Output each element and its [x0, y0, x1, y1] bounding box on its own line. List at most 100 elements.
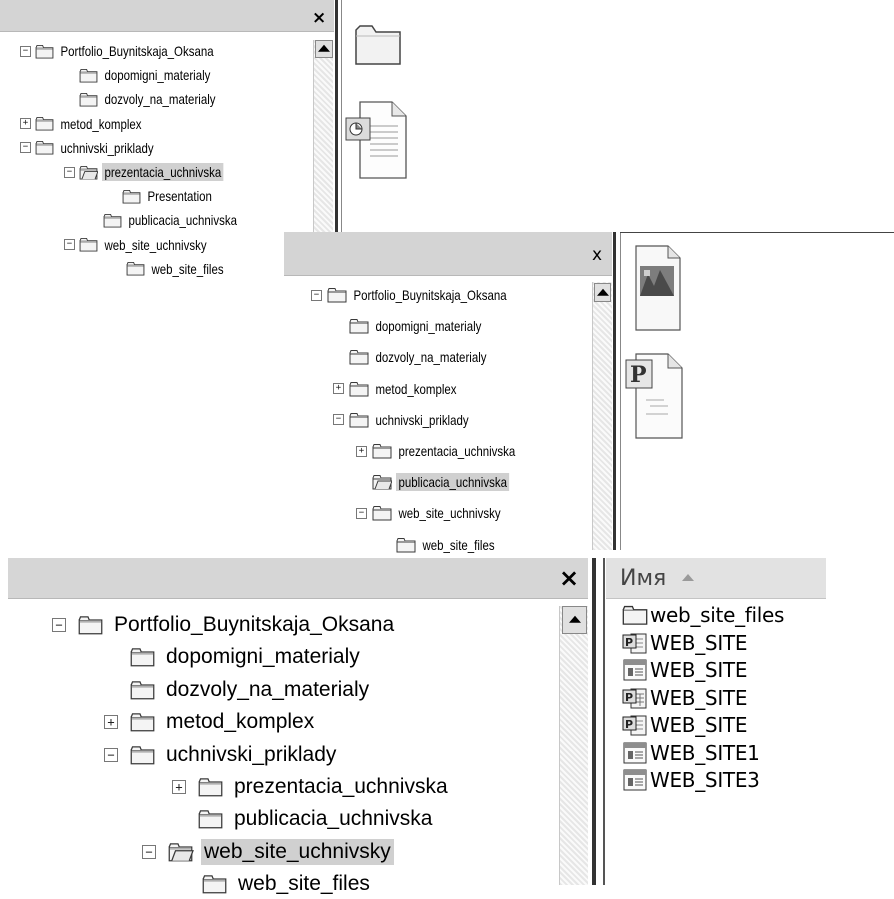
tree-node[interactable]: − uchnivski_priklady [333, 408, 493, 432]
folder-icon [349, 381, 369, 397]
file-name: WEB_SITE [650, 713, 748, 737]
tree-node-label: metod_komplex [375, 380, 457, 397]
tree-node[interactable]: + metod_komplex [104, 707, 317, 737]
tree-node[interactable]: dozvoly_na_materialy [104, 675, 372, 705]
folder-icon [349, 349, 369, 365]
publisher-file-icon: P [624, 340, 686, 445]
tree-node-label: publicacia_uchnivska [396, 473, 510, 492]
pane-divider [613, 232, 616, 550]
tree-node-label: prezentacia_uchnivska [234, 775, 448, 798]
tree-node-label: dopomigni_materialy [166, 645, 360, 669]
file-item[interactable] [630, 244, 894, 334]
collapse-icon[interactable]: − [356, 507, 367, 519]
tree-node-label: dozvoly_na_materialy [166, 677, 370, 701]
folder-icon [622, 604, 648, 626]
folder-icon [197, 777, 224, 797]
tree-node[interactable]: − uchnivski_priklady [104, 740, 339, 770]
tree-node[interactable]: − web_site_uchnivsky [142, 837, 394, 867]
file-name: WEB_SITE [650, 630, 748, 655]
file-list-item[interactable]: WEB_SITE1 [622, 740, 760, 766]
folder-icon [349, 318, 369, 334]
expand-icon[interactable]: + [104, 715, 118, 730]
panel-top-border [620, 232, 894, 233]
tree-node[interactable]: web_site_files [176, 869, 373, 899]
folder-icon [372, 505, 392, 521]
pane-divider-inner [603, 558, 605, 885]
tree-node[interactable]: + prezentacia_uchnivska [172, 772, 451, 802]
svg-text:P: P [625, 691, 633, 704]
tree-node[interactable]: − Portfolio_Buynitskaja_Oksana [311, 283, 544, 307]
folder-pane-scrollbar[interactable] [592, 282, 612, 550]
folder-icon [77, 615, 104, 635]
tree-node-label: dozvoly_na_materialy [375, 349, 487, 366]
collapse-icon[interactable]: − [142, 844, 156, 859]
scroll-up-button[interactable] [594, 283, 611, 302]
pane-divider-inner [620, 232, 621, 550]
expand-icon[interactable]: + [172, 780, 186, 794]
file-name: WEB_SITE1 [650, 740, 760, 765]
html-file-icon [622, 768, 648, 792]
sort-ascending-icon [682, 574, 694, 581]
tree-node-label: uchnivski_priklady [375, 411, 469, 428]
tree-node[interactable]: + prezentacia_uchnivska [356, 439, 544, 463]
tree-node-label: web_site_files [238, 872, 370, 896]
file-name: WEB_SITE [650, 685, 748, 710]
folder-pane-scrollbar[interactable] [559, 606, 588, 885]
tree-node[interactable]: dopomigni_materialy [104, 642, 363, 672]
collapse-icon[interactable]: − [104, 747, 118, 762]
pane-divider [592, 558, 596, 885]
svg-text:P: P [625, 636, 633, 649]
collapse-icon[interactable]: − [333, 414, 344, 426]
svg-text:P: P [625, 718, 633, 731]
tree-node-label: Portfolio_Buynitskaja_Oksana [353, 287, 507, 303]
html-file-icon [622, 658, 648, 682]
tree-node-label: prezentacia_uchnivska [398, 443, 516, 459]
folder-pane-header [8, 558, 588, 599]
tree-node-label: web_site_uchnivsky [201, 838, 394, 865]
panel-3: × Имя − Portfolio_Buynitskaja_Oksana dop… [0, 558, 894, 895]
folder-icon [396, 537, 416, 553]
file-list-item[interactable]: P WEB_SITE [622, 685, 747, 711]
folder-icon [129, 680, 156, 700]
file-name: WEB_SITE3 [650, 768, 760, 792]
tree-node[interactable]: − Portfolio_Buynitskaja_Oksana [52, 610, 397, 640]
jpeg-image-icon [630, 244, 684, 339]
tree-node-label: web_site_files [422, 536, 495, 553]
expand-icon[interactable]: + [333, 383, 344, 395]
close-folder-pane-button[interactable]: × [559, 564, 579, 592]
tree-node[interactable]: web_site_files [380, 533, 514, 557]
tree-node[interactable]: publicacia_uchnivska [356, 470, 534, 494]
collapse-icon[interactable]: − [52, 618, 66, 632]
file-list-item[interactable]: web_site_files [622, 602, 784, 628]
tree-node[interactable]: + metod_komplex [333, 377, 478, 401]
folder-pane-header [284, 232, 612, 276]
folder-icon [129, 647, 156, 667]
tree-node-label: dopomigni_materialy [375, 318, 482, 335]
file-item[interactable]: P [624, 340, 894, 440]
file-name: web_site_files [650, 603, 785, 627]
html-file-icon [622, 741, 648, 765]
tree-node[interactable]: − web_site_uchnivsky [356, 501, 527, 525]
tree-node[interactable]: dozvoly_na_materialy [333, 345, 514, 369]
file-list-item[interactable]: WEB_SITE [622, 657, 747, 683]
scroll-up-button[interactable] [562, 606, 587, 634]
file-list-item[interactable]: P WEB_SITE [622, 630, 747, 656]
tree-node-label: web_site_uchnivsky [398, 505, 501, 522]
column-header-name[interactable]: Имя [606, 558, 826, 599]
tree-node[interactable]: dopomigni_materialy [333, 314, 508, 338]
collapse-icon[interactable]: − [311, 289, 322, 301]
file-list-item[interactable]: P WEB_SITE [622, 712, 747, 738]
publisher-template-icon: P [622, 686, 648, 710]
column-header-label: Имя [620, 566, 667, 591]
file-list-item[interactable]: WEB_SITE3 [622, 767, 760, 793]
tree-node[interactable]: publicacia_uchnivska [172, 804, 435, 834]
folder-icon [197, 809, 224, 829]
open-folder-icon [167, 842, 194, 862]
close-folder-pane-button[interactable]: x [592, 245, 602, 265]
panel-2: x − Portfolio_Buynitskaja_Oksana dopomig… [0, 0, 894, 560]
svg-text:P: P [630, 362, 647, 388]
tree-node-label: publicacia_uchnivska [234, 807, 433, 831]
expand-icon[interactable]: + [356, 445, 367, 457]
folder-icon [349, 412, 369, 428]
tree-node-label: metod_komplex [166, 710, 315, 734]
